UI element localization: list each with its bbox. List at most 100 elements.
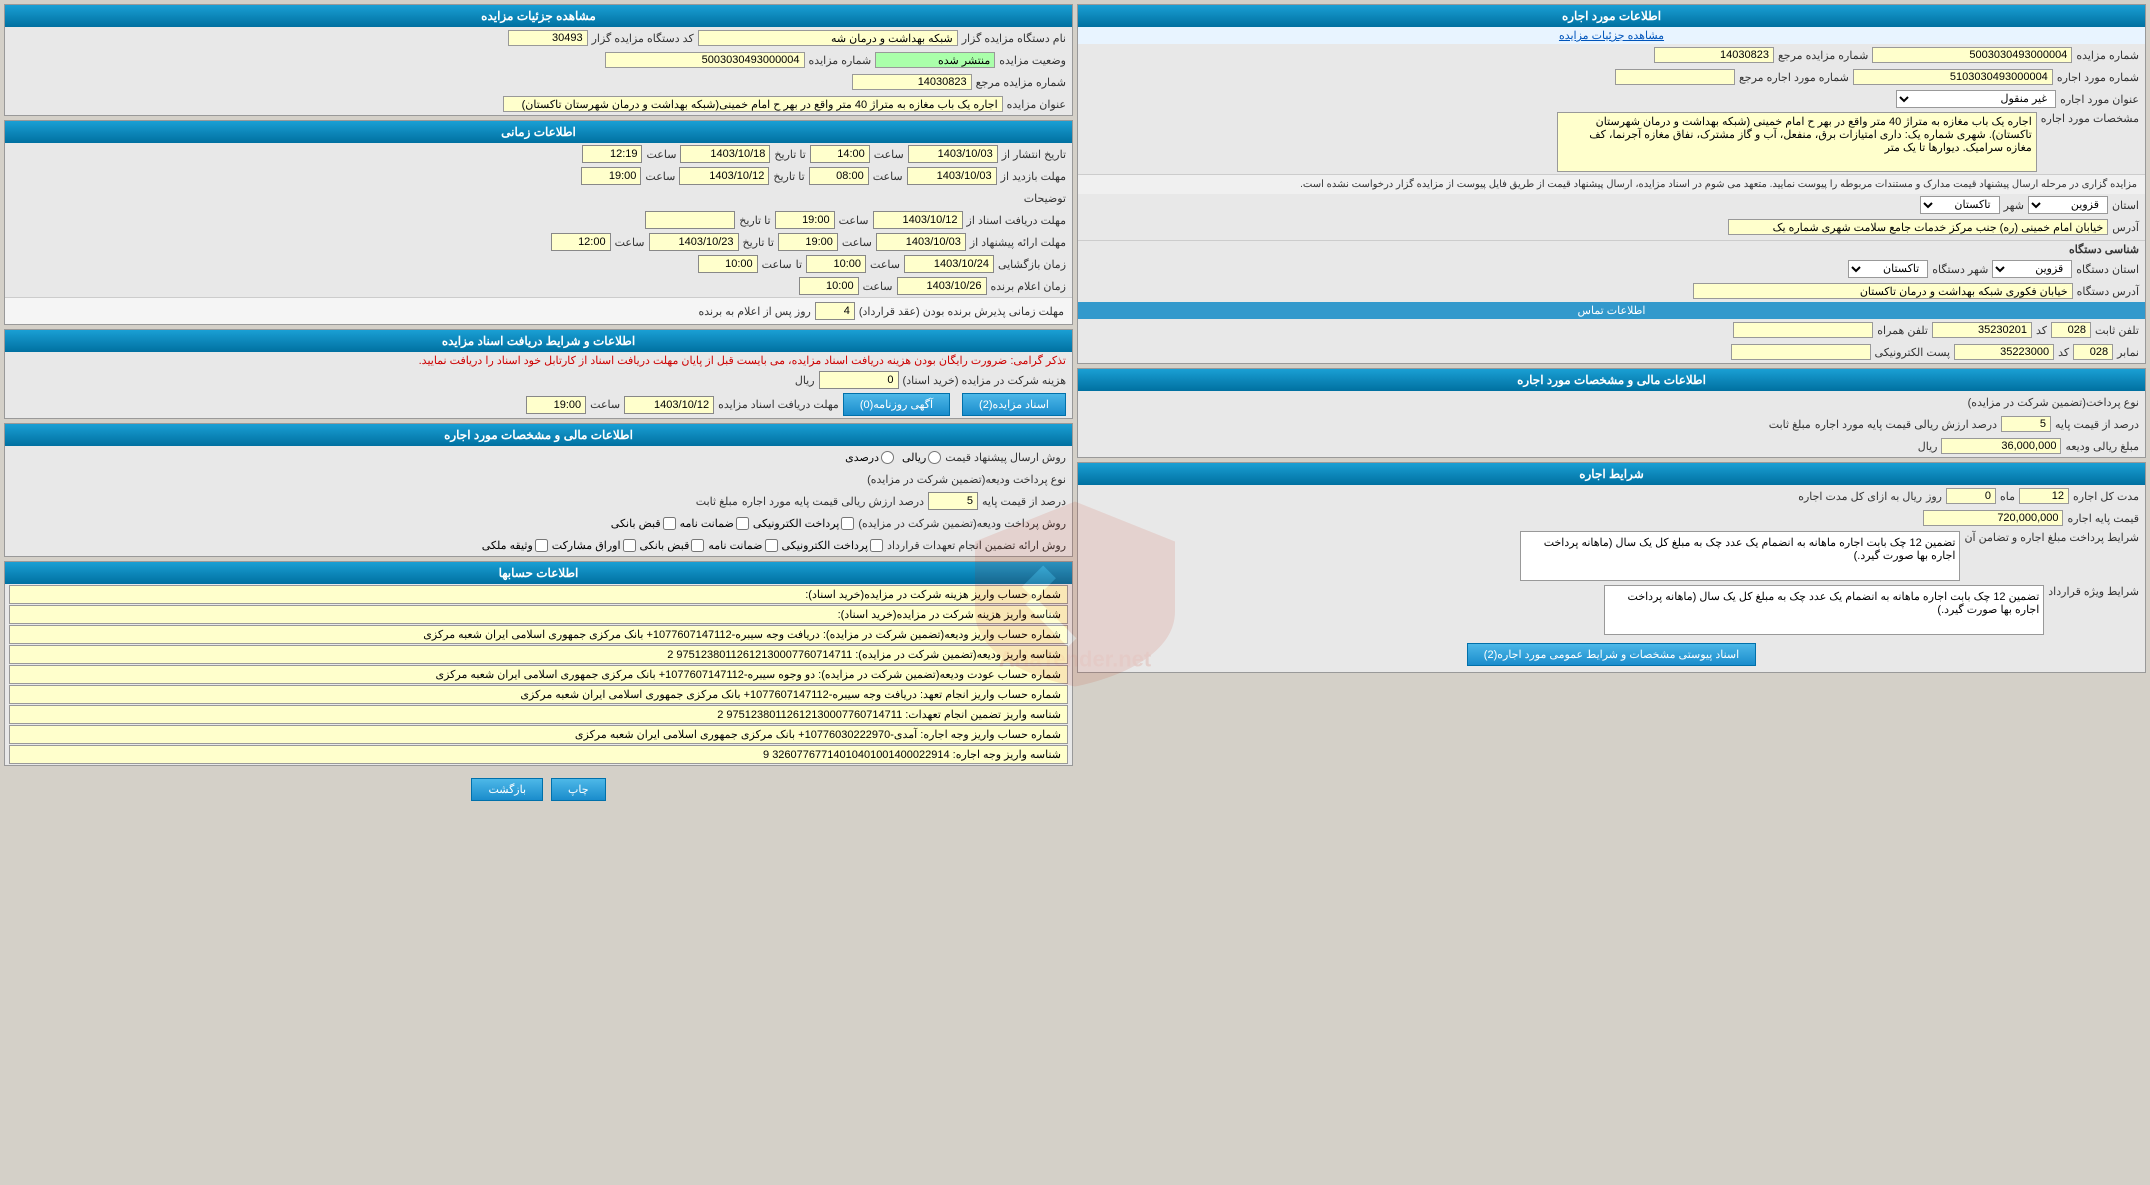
landline2-label: تلفن همراه bbox=[1877, 324, 1928, 337]
rial-value-input[interactable] bbox=[1941, 438, 2061, 454]
auction-ref2-input bbox=[852, 74, 972, 90]
doc-warning: تذکر گرامی: ضرورت رایگان بودن هزینه دریا… bbox=[5, 352, 1072, 369]
property-type-select[interactable]: غیر منقول bbox=[1896, 90, 2056, 108]
account8-row: شماره حساب واریز وجه اجاره: آمدی-1077603… bbox=[9, 725, 1068, 744]
device-section-title: شناسی دستگاه bbox=[1078, 240, 2145, 258]
doc-deadline-to-label: تا تاریخ bbox=[739, 214, 770, 227]
months-label: ماه bbox=[2000, 490, 2015, 503]
publish-from-date bbox=[908, 145, 998, 163]
rial-radio[interactable]: ریالی bbox=[902, 451, 941, 464]
ref-number-input[interactable] bbox=[1654, 47, 1774, 63]
contract-property[interactable]: وثیقه ملکی bbox=[482, 539, 548, 552]
doc-button[interactable]: اسناد پیوستی مشخصات و شرایط عمومی مورد ا… bbox=[1467, 643, 1756, 666]
province-select[interactable]: قزوین bbox=[2028, 196, 2108, 214]
deadline-label: مهلت دریافت اسناد مزایده bbox=[718, 398, 839, 411]
days-input[interactable] bbox=[1946, 488, 1996, 504]
doc-price-from-time bbox=[778, 233, 838, 251]
landline-number[interactable] bbox=[1932, 322, 2032, 338]
percent-label: درصد از قیمت پایه bbox=[2055, 418, 2139, 431]
print-button[interactable]: چاپ bbox=[551, 778, 606, 801]
percent-base-input bbox=[928, 492, 978, 510]
fax-number[interactable] bbox=[1954, 344, 2054, 360]
ref-lease-label: شماره مورد اجاره مرجع bbox=[1739, 71, 1849, 84]
address-device-label: آدرس دستگاه bbox=[2077, 285, 2139, 298]
province-device-label: استان دستگاه bbox=[2076, 263, 2139, 276]
doc-price-time-label: ساعت bbox=[842, 236, 872, 249]
city-label: شهر bbox=[2004, 199, 2024, 212]
contract-guarantee[interactable]: ضمانت نامه bbox=[708, 539, 777, 552]
city-select[interactable]: تاکستان bbox=[1920, 196, 2000, 214]
financial-title: اطلاعات مالی و مشخصات مورد اجاره bbox=[1078, 369, 2145, 391]
account5-row: شماره حساب عودت ودیعه(تضمین شرکت در مزای… bbox=[9, 665, 1068, 684]
condition1-text: تضمین 12 چک بابت اجاره ماهانه به انضمام … bbox=[1520, 531, 1960, 581]
contract-method-label: روش ارائه تضمین انجام تعهدات قرارداد bbox=[887, 539, 1066, 552]
publish-from-time-label: ساعت bbox=[874, 148, 904, 161]
deadline-time-label: ساعت bbox=[590, 398, 620, 411]
lease-number-label: شماره مورد اجاره bbox=[2057, 71, 2139, 84]
auction-number-input[interactable] bbox=[1872, 47, 2072, 63]
address-device-input[interactable] bbox=[1693, 283, 2073, 299]
doc-price-to-label: تا تاریخ bbox=[743, 236, 774, 249]
opening-label: زمان بازگشایی bbox=[998, 258, 1066, 271]
doc-price-to-time-label: ساعت bbox=[615, 236, 645, 249]
payment-type-right-label: نوع پرداخت ودیعه(تضمین شرکت در مزایده) bbox=[867, 473, 1066, 486]
days-label: روز bbox=[1926, 490, 1942, 503]
landline-label: تلفن ثابت bbox=[2095, 324, 2139, 337]
ref-lease-input[interactable] bbox=[1615, 69, 1735, 85]
contract-bonds[interactable]: اوراق مشارکت bbox=[552, 539, 636, 552]
doc-price-from-label: مهلت ارائه پیشنهاد از bbox=[970, 236, 1066, 249]
percent-radio[interactable]: درصدی bbox=[845, 451, 894, 464]
code-label: کد bbox=[2036, 324, 2047, 337]
device-name-label: نام دستگاه مزایده گزار bbox=[962, 32, 1066, 45]
months-input[interactable] bbox=[2019, 488, 2069, 504]
contract-electronic[interactable]: پرداخت الکترونیکی bbox=[782, 539, 884, 552]
title-label: عنوان مزایده bbox=[1007, 98, 1066, 111]
left-link[interactable]: مشاهده جزئیات مزایده bbox=[1078, 27, 2145, 44]
doc-deadline-time-label: ساعت bbox=[839, 214, 869, 227]
base-rent-input[interactable] bbox=[1923, 510, 2063, 526]
city-device-label: شهر دستگاه bbox=[1932, 263, 1988, 276]
right-panel: مشاهده جزئیات مزایده نام دستگاه مزایده گ… bbox=[4, 4, 1073, 1181]
publish-from-label: تاریخ انتشار از bbox=[1002, 148, 1066, 161]
fax-code[interactable] bbox=[2073, 344, 2113, 360]
account6-row: شماره حساب واریز انجام تعهد: دریافت وجه … bbox=[9, 685, 1068, 704]
percent-input[interactable] bbox=[2001, 416, 2051, 432]
city-device-select[interactable]: تاکستان bbox=[1848, 260, 1928, 278]
send-method-label: روش ارسال پیشنهاد قیمت bbox=[945, 451, 1066, 464]
winner-deadline-label: مهلت زمانی پذیرش برنده بودن (عقد قرارداد… bbox=[859, 305, 1064, 318]
winner-label: زمان اعلام برنده bbox=[991, 280, 1066, 293]
fax-label: نمابر bbox=[2117, 346, 2139, 359]
address-input[interactable] bbox=[1728, 219, 2108, 235]
doc-download-btn[interactable]: اسناد مزایده(2) bbox=[962, 393, 1066, 416]
account4-row: شناسه واریز ودیعه(تضمین شرکت در مزایده):… bbox=[9, 645, 1068, 664]
account1-row: شماره حساب واریز هزینه شرکت در مزایده(خر… bbox=[9, 585, 1068, 604]
back-button[interactable]: بازگشت bbox=[471, 778, 543, 801]
landline2-input[interactable] bbox=[1733, 322, 1873, 338]
winner-date bbox=[897, 277, 987, 295]
left-main-title: اطلاعات مورد اجاره bbox=[1078, 5, 2145, 27]
fixed-label: مبلغ ثابت bbox=[696, 495, 738, 508]
account9-row: شناسه واریز وجه اجاره: 32607767714010401… bbox=[9, 745, 1068, 764]
winner-days-label: روز پس از اعلام به برنده bbox=[698, 305, 810, 318]
property-type-label: عنوان مورد اجاره bbox=[2060, 93, 2139, 106]
description-textarea[interactable]: اجاره یک باب مغازه به متراژ 40 متر واقع … bbox=[1557, 112, 2037, 172]
payment-bank-receipt[interactable]: قبض بانکی bbox=[611, 517, 676, 530]
doc-price-from-date bbox=[876, 233, 966, 251]
account2-row: شناسه واریز هزینه شرکت در مزایده(خرید اس… bbox=[9, 605, 1068, 624]
doc-price-to-date bbox=[649, 233, 739, 251]
publish-to-date bbox=[680, 145, 770, 163]
landline-code[interactable] bbox=[2051, 322, 2091, 338]
publish-to-time bbox=[582, 145, 642, 163]
contract-bank-receipt[interactable]: قبض بانکی bbox=[640, 539, 705, 552]
doc-deadline-from-time bbox=[775, 211, 835, 229]
lease-financial-title: اطلاعات مالی و مشخصات مورد اجاره bbox=[5, 424, 1072, 446]
email-input[interactable] bbox=[1731, 344, 1871, 360]
payment-guarantee[interactable]: ضمانت نامه bbox=[680, 517, 749, 530]
province-device-select[interactable]: قزوین bbox=[1992, 260, 2072, 278]
lease-conditions-title: شرایط اجاره bbox=[1078, 463, 2145, 485]
payment-electronic[interactable]: پرداخت الکترونیکی bbox=[753, 517, 855, 530]
duration-label: مدت کل اجاره bbox=[2073, 490, 2139, 503]
lease-number-input[interactable] bbox=[1853, 69, 2053, 85]
adv-download-btn[interactable]: آگهی روزنامه(0) bbox=[843, 393, 950, 416]
publish-from-time bbox=[810, 145, 870, 163]
